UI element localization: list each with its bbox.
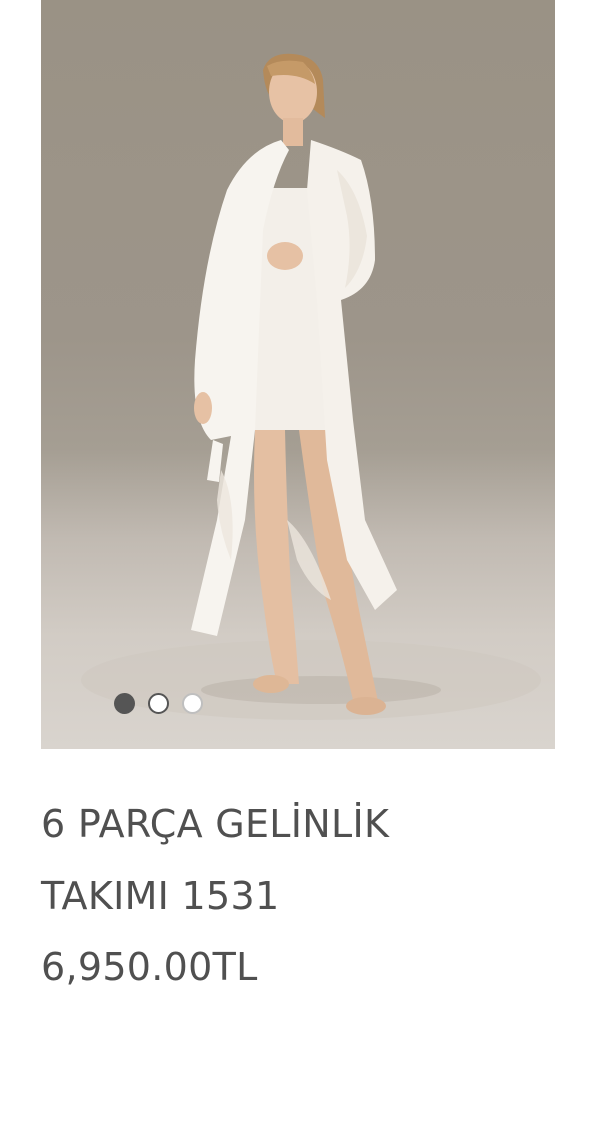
product-title[interactable]: 6 PARÇA GELİNLİK TAKIMI 1531 (41, 788, 561, 932)
product-card[interactable]: 6 PARÇA GELİNLİK TAKIMI 1531 6,950.00TL (0, 0, 608, 1128)
carousel-dot-3[interactable] (182, 693, 203, 714)
model-photo (81, 53, 541, 720)
carousel-dot-1[interactable] (114, 693, 135, 714)
carousel-dot-2[interactable] (148, 693, 169, 714)
product-title-line-1[interactable]: 6 PARÇA GELİNLİK (41, 788, 561, 860)
product-title-line-2[interactable]: TAKIMI 1531 (41, 860, 561, 932)
product-price: 6,950.00TL (41, 945, 258, 989)
product-image[interactable] (41, 0, 555, 749)
carousel-dots (114, 693, 203, 714)
